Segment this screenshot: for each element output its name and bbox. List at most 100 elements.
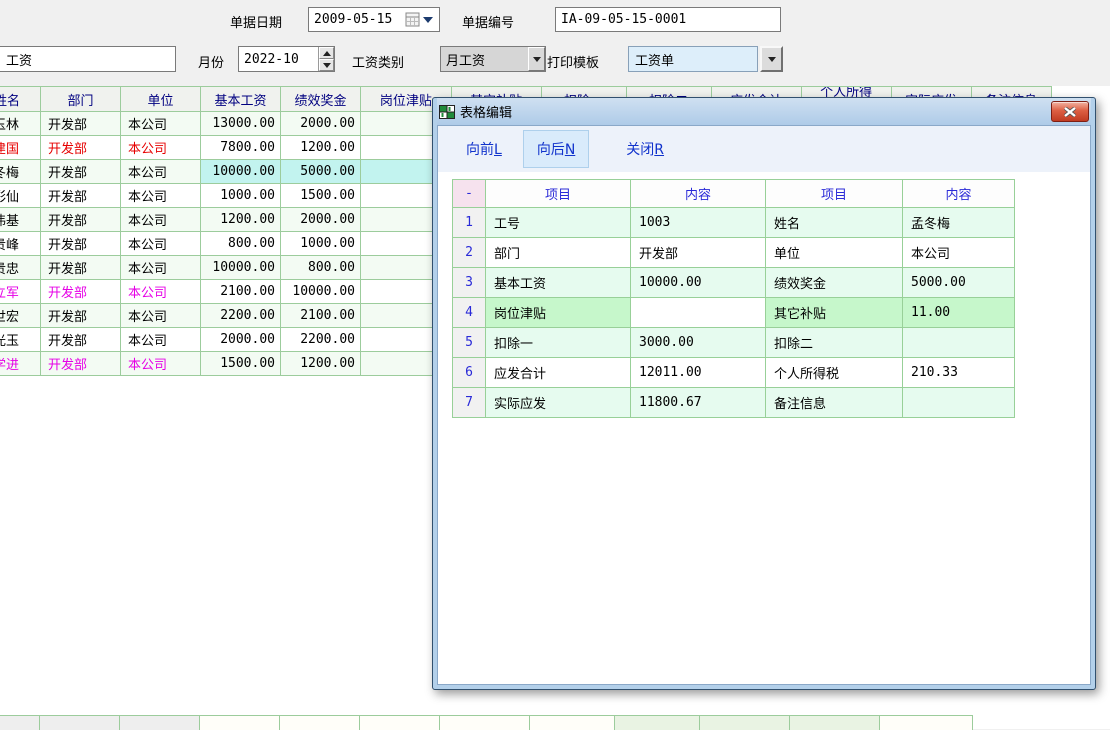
cell-unit: 本公司 xyxy=(121,160,201,184)
edit-grid-header-row: - 项目 内容 项目 内容 xyxy=(453,180,1015,208)
item-label: 部门 xyxy=(486,238,631,268)
item-label: 扣除二 xyxy=(766,328,903,358)
salary-type-value: 月工资 xyxy=(441,50,528,69)
item-value[interactable]: 11.00 xyxy=(903,298,1015,328)
print-template-select[interactable]: 工资单 xyxy=(628,46,758,72)
cell-base: 2000.00 xyxy=(201,328,281,352)
cell-dept: 开发部 xyxy=(41,184,121,208)
doc-date-value: 2009-05-15 xyxy=(309,12,392,27)
edit-row: 6 应发合计 12011.00 个人所得税 210.33 xyxy=(453,358,1015,388)
item-label: 其它补贴 xyxy=(766,298,903,328)
cell-name: 玉林 xyxy=(0,112,41,136)
cell-dept: 开发部 xyxy=(41,304,121,328)
cell-bonus: 2000.00 xyxy=(281,112,361,136)
doc-no-input[interactable]: IA-09-05-15-0001 xyxy=(555,7,781,32)
item-label: 姓名 xyxy=(766,208,903,238)
spin-up-button[interactable] xyxy=(319,47,334,59)
calendar-icon[interactable] xyxy=(405,12,420,27)
cell-name: 世宏 xyxy=(0,304,41,328)
edit-grid: - 项目 内容 项目 内容 1 工号 1003 姓名 孟冬梅 2 部门 开发部 … xyxy=(452,179,1015,418)
item-value[interactable] xyxy=(903,328,1015,358)
row-number: 5 xyxy=(453,328,486,358)
cell-unit: 本公司 xyxy=(121,280,201,304)
item-value[interactable]: 210.33 xyxy=(903,358,1015,388)
col-item1: 项目 xyxy=(486,180,631,208)
item-label: 应发合计 xyxy=(486,358,631,388)
row-number: 3 xyxy=(453,268,486,298)
cell-base: 1000.00 xyxy=(201,184,281,208)
cell-base: 2100.00 xyxy=(201,280,281,304)
item-label: 绩效奖金 xyxy=(766,268,903,298)
item-value[interactable]: 3000.00 xyxy=(631,328,766,358)
item-label: 单位 xyxy=(766,238,903,268)
cell-unit: 本公司 xyxy=(121,232,201,256)
cell-base: 7800.00 xyxy=(201,136,281,160)
cell-base: 10000.00 xyxy=(201,160,281,184)
cell-base: 2200.00 xyxy=(201,304,281,328)
cell-dept: 开发部 xyxy=(41,232,121,256)
grid-edit-dialog: 表格编辑 向前L 向后N 关闭R - 项目 内容 项目 内容 1 工 xyxy=(432,97,1096,690)
item-value[interactable]: 孟冬梅 xyxy=(903,208,1015,238)
item-value[interactable]: 开发部 xyxy=(631,238,766,268)
dialog-title: 表格编辑 xyxy=(460,102,512,121)
cell-name: 贵忠 xyxy=(0,256,41,280)
doc-no-label: 单据编号 xyxy=(462,12,514,31)
cell-base: 800.00 xyxy=(201,232,281,256)
prev-button[interactable]: 向前L xyxy=(452,130,516,168)
col-header-name[interactable]: 姓名 xyxy=(0,87,41,112)
item-value[interactable]: 10000.00 xyxy=(631,268,766,298)
cell-name: 彩仙 xyxy=(0,184,41,208)
row-number: 2 xyxy=(453,238,486,268)
edit-row: 5 扣除一 3000.00 扣除二 xyxy=(453,328,1015,358)
close-button[interactable] xyxy=(1051,101,1089,122)
next-button[interactable]: 向后N xyxy=(523,130,589,168)
cell-name: 建国 xyxy=(0,136,41,160)
cell-name: 学进 xyxy=(0,352,41,376)
cell-unit: 本公司 xyxy=(121,328,201,352)
salary-name-value: 工资 xyxy=(0,50,32,69)
item-label: 基本工资 xyxy=(486,268,631,298)
item-value[interactable]: 5000.00 xyxy=(903,268,1015,298)
salary-name-input[interactable]: 工资 xyxy=(0,46,176,72)
cell-bonus: 2000.00 xyxy=(281,208,361,232)
row-number: 1 xyxy=(453,208,486,238)
cell-bonus: 5000.00 xyxy=(281,160,361,184)
row-number: 7 xyxy=(453,388,486,418)
month-spinner[interactable]: 2022-10 xyxy=(238,46,335,72)
cell-bonus: 800.00 xyxy=(281,256,361,280)
spin-down-button[interactable] xyxy=(319,59,334,71)
dialog-body: 向前L 向后N 关闭R - 项目 内容 项目 内容 1 工号 1003 姓名 孟… xyxy=(437,125,1091,685)
cell-base: 1200.00 xyxy=(201,208,281,232)
salary-type-select[interactable]: 月工资 xyxy=(440,46,546,72)
item-value[interactable] xyxy=(903,388,1015,418)
print-template-dropdown-button[interactable] xyxy=(760,46,783,72)
item-value[interactable]: 11800.67 xyxy=(631,388,766,418)
cell-bonus: 1000.00 xyxy=(281,232,361,256)
item-value-editing[interactable] xyxy=(631,298,766,328)
cell-name: 伟基 xyxy=(0,208,41,232)
col-header-unit[interactable]: 单位 xyxy=(121,87,201,112)
cell-base: 13000.00 xyxy=(201,112,281,136)
close-dialog-button[interactable]: 关闭R xyxy=(612,130,678,168)
item-value[interactable]: 12011.00 xyxy=(631,358,766,388)
cell-name: 贵峰 xyxy=(0,232,41,256)
close-icon xyxy=(1064,107,1076,117)
col-header-base[interactable]: 基本工资 xyxy=(201,87,281,112)
item-label: 备注信息 xyxy=(766,388,903,418)
col-header-dept[interactable]: 部门 xyxy=(41,87,121,112)
item-value[interactable]: 1003 xyxy=(631,208,766,238)
col-header-bonus[interactable]: 绩效奖金 xyxy=(281,87,361,112)
cell-unit: 本公司 xyxy=(121,112,201,136)
month-value: 2022-10 xyxy=(239,47,318,71)
doc-date-picker[interactable]: 2009-05-15 xyxy=(308,7,440,32)
edit-row: 3 基本工资 10000.00 绩效奖金 5000.00 xyxy=(453,268,1015,298)
chevron-down-icon[interactable] xyxy=(528,47,545,71)
cell-dept: 开发部 xyxy=(41,136,121,160)
cell-dept: 开发部 xyxy=(41,256,121,280)
item-value[interactable]: 本公司 xyxy=(903,238,1015,268)
cell-bonus: 1500.00 xyxy=(281,184,361,208)
chevron-down-icon[interactable] xyxy=(423,17,433,23)
dialog-titlebar[interactable]: 表格编辑 xyxy=(437,98,1091,125)
cell-dept: 开发部 xyxy=(41,280,121,304)
print-template-value: 工资单 xyxy=(629,50,674,69)
